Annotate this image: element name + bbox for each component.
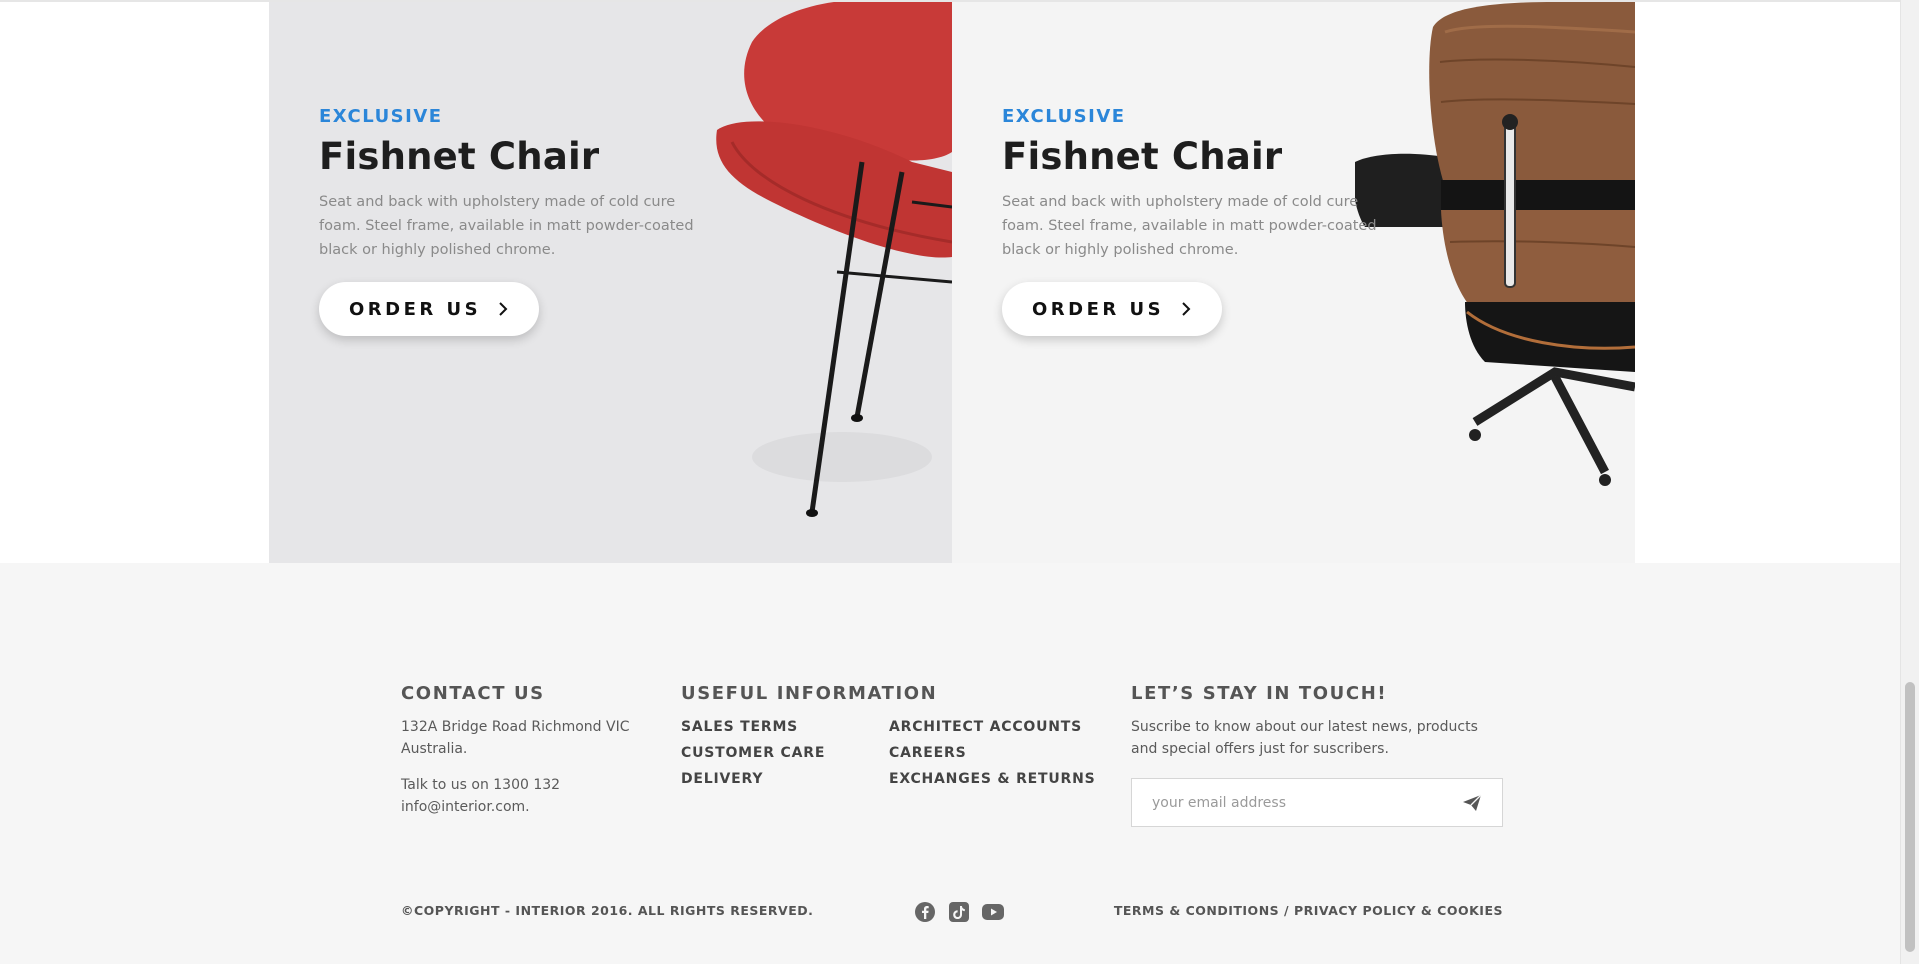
- promo-description: Seat and back with upholstery made of co…: [1002, 194, 1377, 258]
- promo-section: EXCLUSIVE Fishnet Chair Seat and back wi…: [269, 2, 1635, 563]
- order-us-label: ORDER US: [1032, 298, 1165, 320]
- useful-info-links: SALES TERMS ARCHITECT ACCOUNTS CUSTOMER …: [681, 718, 1111, 788]
- promo-title: Fishnet Chair: [1002, 135, 1283, 178]
- contact-heading: CONTACT US: [401, 683, 545, 704]
- order-us-button[interactable]: ORDER US: [319, 282, 540, 336]
- site-footer: CONTACT US 132A Bridge Road Richmond VIC…: [0, 563, 1900, 964]
- newsletter-form: [1131, 778, 1503, 827]
- promo-card-red-chair: EXCLUSIVE Fishnet Chair Seat and back wi…: [269, 2, 952, 563]
- page-scrollbar[interactable]: [1900, 0, 1919, 964]
- social-links: [913, 901, 1005, 923]
- promo-content: EXCLUSIVE Fishnet Chair Seat and back wi…: [319, 106, 719, 336]
- red-chair-image: [716, 2, 952, 517]
- chevron-right-icon: [499, 302, 508, 316]
- newsletter-heading: LET’S STAY IN TOUCH!: [1131, 683, 1388, 704]
- useful-info-heading: USEFUL INFORMATION: [681, 683, 938, 704]
- promo-title: Fishnet Chair: [319, 135, 600, 178]
- scrollbar-thumb[interactable]: [1905, 682, 1915, 952]
- link-careers[interactable]: CAREERS: [889, 744, 1097, 762]
- legal-separator: /: [1279, 903, 1294, 918]
- copyright-text: ©COPYRIGHT - INTERIOR 2016. ALL RIGHTS R…: [401, 903, 814, 918]
- link-delivery[interactable]: DELIVERY: [681, 770, 889, 788]
- link-exchanges-returns[interactable]: EXCHANGES & RETURNS: [889, 770, 1097, 788]
- promo-kicker: EXCLUSIVE: [1002, 106, 1126, 127]
- link-architect-accounts[interactable]: ARCHITECT ACCOUNTS: [889, 718, 1097, 736]
- footer-contact: CONTACT US 132A Bridge Road Richmond VIC…: [401, 683, 641, 818]
- promo-card-lounge-chair: EXCLUSIVE Fishnet Chair Seat and back wi…: [952, 2, 1635, 563]
- newsletter-text: Suscribe to know about our latest news, …: [1131, 719, 1478, 757]
- order-us-button[interactable]: ORDER US: [1002, 282, 1223, 336]
- contact-phone-email: Talk to us on 1300 132 info@interior.com…: [401, 777, 561, 815]
- link-sales-terms[interactable]: SALES TERMS: [681, 718, 889, 736]
- chevron-right-icon: [1182, 302, 1191, 316]
- footer-useful-info: USEFUL INFORMATION SALES TERMS ARCHITECT…: [681, 683, 1111, 788]
- promo-kicker: EXCLUSIVE: [319, 106, 443, 127]
- send-icon[interactable]: [1462, 793, 1482, 813]
- facebook-icon[interactable]: [913, 901, 937, 923]
- email-input[interactable]: [1152, 794, 1462, 811]
- tiktok-icon[interactable]: [947, 901, 971, 923]
- promo-description: Seat and back with upholstery made of co…: [319, 194, 694, 258]
- terms-link[interactable]: TERMS & CONDITIONS: [1114, 903, 1279, 918]
- link-customer-care[interactable]: CUSTOMER CARE: [681, 744, 889, 762]
- footer-newsletter: LET’S STAY IN TOUCH! Suscribe to know ab…: [1131, 683, 1503, 827]
- order-us-label: ORDER US: [349, 298, 482, 320]
- promo-content: EXCLUSIVE Fishnet Chair Seat and back wi…: [1002, 106, 1402, 336]
- privacy-link[interactable]: PRIVACY POLICY & COOKIES: [1294, 903, 1503, 918]
- contact-address: 132A Bridge Road Richmond VIC Australia.: [401, 719, 630, 757]
- footer-bottom-bar: ©COPYRIGHT - INTERIOR 2016. ALL RIGHTS R…: [401, 901, 1503, 923]
- legal-links: TERMS & CONDITIONS / PRIVACY POLICY & CO…: [1114, 903, 1503, 918]
- youtube-icon[interactable]: [981, 901, 1005, 923]
